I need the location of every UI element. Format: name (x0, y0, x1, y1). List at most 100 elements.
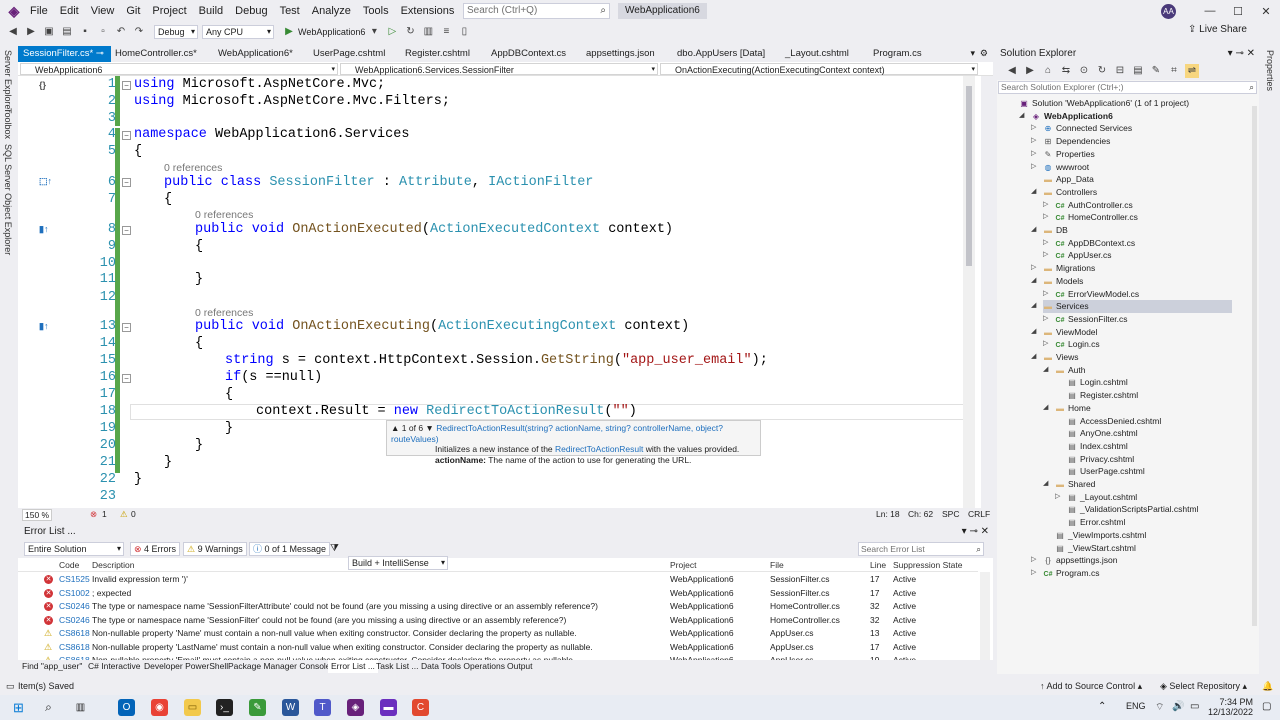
collapsed-icon[interactable]: ▷ (1031, 567, 1036, 580)
add-source-control-button[interactable]: ↑ Add to Source Control ▴ (1040, 677, 1142, 695)
column-file[interactable]: File (770, 559, 784, 572)
save-icon[interactable]: ▪ (78, 25, 92, 39)
tree-item[interactable]: ▷ C# HomeController.cs (1043, 211, 1232, 224)
fold-icon[interactable]: − (122, 226, 131, 235)
battery-icon[interactable]: ▭ (1190, 701, 1199, 712)
menu-analyze[interactable]: Analyze (306, 0, 357, 22)
project-dropdown[interactable]: WebApplication6 ▾ (20, 63, 338, 75)
tree-item[interactable]: ▤ Login.cshtml (1067, 376, 1232, 389)
errors-filter-button[interactable]: ⊗ 4 Errors (130, 542, 181, 556)
teams-icon[interactable]: T (314, 699, 331, 716)
tray-chevron-icon[interactable]: ⌃ (1098, 701, 1106, 712)
error-code[interactable]: CS0246 (59, 614, 90, 628)
configuration-select[interactable]: Debug ▾ (154, 25, 198, 39)
collapsed-icon[interactable]: ▷ (1043, 313, 1048, 326)
implementation-icon[interactable]: ⬚↑ (39, 176, 52, 187)
codelens-references[interactable]: 0 references (164, 162, 222, 174)
run-target[interactable]: WebApplication6 (298, 27, 365, 37)
tree-item[interactable]: ▤ UserPage.cshtml (1067, 465, 1232, 478)
error-count-icon[interactable]: ⊗ (90, 508, 97, 520)
tab-csharp-interactive[interactable]: C# Interactive (88, 660, 140, 673)
visual-studio-icon[interactable]: ◈ (347, 699, 364, 716)
menu-view[interactable]: View (85, 0, 121, 22)
collapsed-icon[interactable]: ▷ (1043, 288, 1048, 301)
table-row[interactable]: ✕ CS0246 The type or namespace name 'Sessi… (18, 600, 978, 614)
menu-file[interactable]: File (24, 0, 54, 22)
windows-start-icon[interactable]: ⊞ (10, 699, 27, 716)
notepad-plus-icon[interactable]: ✎ (249, 699, 266, 716)
menu-git[interactable]: Git (120, 0, 146, 22)
expanded-icon[interactable]: ◢ (1043, 402, 1048, 415)
tree-item[interactable]: ▷ C# AppUser.cs (1043, 249, 1232, 262)
live-share-button[interactable]: ⇪ Live Share (1188, 24, 1247, 35)
warning-count-icon[interactable]: ⚠ (120, 508, 128, 520)
tree-item[interactable]: ◢ ▬ Models (1031, 275, 1232, 288)
menu-edit[interactable]: Edit (54, 0, 85, 22)
search-icon[interactable]: ⌕ (40, 699, 57, 716)
tree-item[interactable]: ▤ Register.cshtml (1067, 389, 1232, 402)
collapsed-icon[interactable]: ▷ (1031, 161, 1036, 174)
platform-select[interactable]: Any CPU ▾ (202, 25, 274, 39)
tree-item[interactable]: ◢ ▬ Services (1031, 300, 1232, 313)
properties-icon[interactable]: ✎ (1149, 64, 1163, 78)
notifications-icon[interactable]: 🔔 (1262, 677, 1273, 695)
minimize-icon[interactable]: — (1196, 5, 1224, 17)
code-editor[interactable]: {} ⬚↑ ▮↑ ▮↑ − − − − − − using Microsoft.… (18, 76, 981, 508)
tree-item[interactable]: ▷ C# AuthController.cs (1043, 199, 1232, 212)
tree-item[interactable]: ▬ App_Data (1043, 173, 1232, 186)
tree-item[interactable]: ◢ ▬ ViewModel (1031, 326, 1232, 339)
codelens-references[interactable]: 0 references (195, 307, 253, 319)
editor-vertical-scrollbar[interactable] (963, 76, 975, 508)
server-explorer-tab[interactable]: Server Explorer (3, 50, 13, 113)
implementation-icon[interactable]: ▮↑ (39, 224, 48, 235)
task-view-icon[interactable]: ▥ (72, 699, 89, 716)
type-dropdown[interactable]: WebApplication6.Services.SessionFilter ▾ (340, 63, 658, 75)
messages-filter-button[interactable]: ⓘ 0 of 1 Message (249, 542, 331, 556)
collapsed-icon[interactable]: ▷ (1043, 249, 1048, 262)
error-list-search[interactable]: Search Error List ⌕ (858, 542, 984, 556)
expanded-icon[interactable]: ◢ (1031, 186, 1036, 199)
expanded-icon[interactable]: ◢ (1031, 351, 1036, 364)
fold-icon[interactable]: − (122, 374, 131, 383)
fold-icon[interactable]: − (122, 81, 131, 90)
tab-userpage[interactable]: UserPage.cshtml (308, 46, 399, 62)
file-explorer-icon[interactable]: ▭ (184, 699, 201, 716)
tree-item[interactable]: ◢ ▬ Views (1031, 351, 1232, 364)
tree-item[interactable]: ▷ C# Program.cs (1031, 567, 1232, 580)
expanded-icon[interactable]: ◢ (1043, 478, 1048, 491)
column-code[interactable]: Code (59, 559, 79, 572)
error-code[interactable]: CS1002 (59, 587, 90, 601)
tab-homecontroller[interactable]: HomeController.cs* (110, 46, 214, 62)
table-row[interactable]: ✕ CS1002; expected WebApplication6 SessionF… (18, 587, 978, 601)
network-icon[interactable]: ⌔ (1155, 701, 1164, 714)
avatar[interactable]: AA (1161, 4, 1176, 19)
error-code[interactable]: CS8618 (59, 627, 90, 641)
tracking-icon[interactable]: ⇌ (1185, 64, 1199, 78)
tab-output[interactable]: Output (507, 660, 533, 673)
sync-icon[interactable]: ↻ (1095, 64, 1109, 78)
tree-item[interactable]: ▷ ▬ Migrations (1031, 262, 1232, 275)
table-row[interactable]: ✕ CS0246 The type or namespace name 'Sessi… (18, 614, 978, 628)
close-icon[interactable]: ▾ ⊸ ✕ (962, 524, 989, 540)
fold-icon[interactable]: − (122, 178, 131, 187)
menu-build[interactable]: Build (193, 0, 229, 22)
scroll-thumb[interactable] (966, 86, 972, 266)
collapse-all-icon[interactable]: ⊟ (1113, 64, 1127, 78)
volume-icon[interactable]: 🔊 (1172, 701, 1184, 712)
tab-task-list[interactable]: Task List ... (376, 660, 419, 673)
recorder-icon[interactable]: C (412, 699, 429, 716)
tab-appdbcontext[interactable]: AppDBContext.cs (486, 46, 580, 62)
toolbar-misc-icon[interactable]: ▥ (421, 25, 435, 39)
tree-item[interactable]: ◢ ▬ DB (1031, 224, 1232, 237)
fold-icon[interactable]: − (122, 323, 131, 332)
start-without-debug-icon[interactable]: ▷ (385, 25, 399, 39)
tab-sessionfilter[interactable]: SessionFilter.cs* ⊸ ✕ (18, 46, 111, 75)
tree-item[interactable]: ▷ ✎ Properties (1031, 148, 1232, 161)
sql-server-explorer-tab[interactable]: SQL Server Object Explorer (3, 144, 13, 255)
toolbox-tab[interactable]: Toolbox (3, 108, 13, 139)
menu-debug[interactable]: Debug (229, 0, 273, 22)
solution-explorer-scrollbar[interactable] (1252, 106, 1257, 626)
properties-tab[interactable]: Properties (1265, 50, 1275, 91)
bookmark-icon[interactable]: ▯ (457, 25, 471, 39)
expanded-icon[interactable]: ◢ (1043, 364, 1048, 377)
